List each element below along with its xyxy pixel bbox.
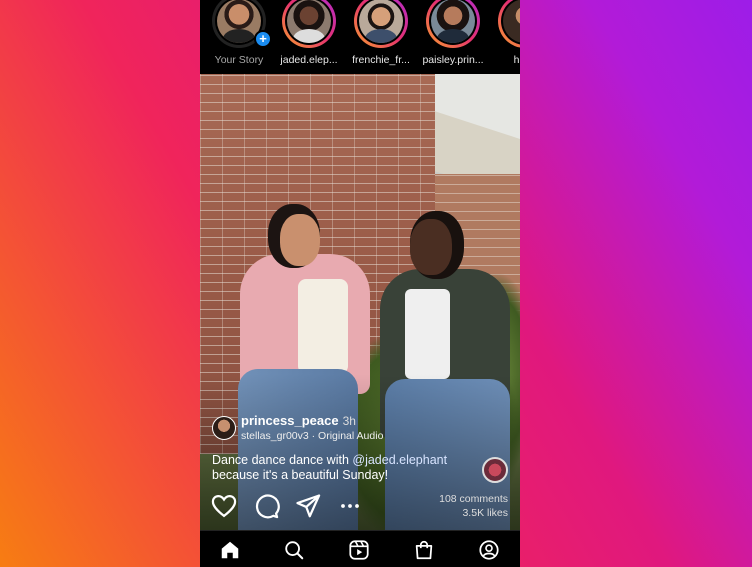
like-count[interactable]: 3.5K likes	[462, 507, 508, 519]
dancer-left-shirt	[298, 279, 348, 374]
avatar	[431, 0, 475, 43]
caption-mention[interactable]: @jaded.elephant	[352, 453, 447, 467]
story-ring	[282, 0, 336, 48]
phone-screen: + Your Story jaded.elep... frenchie_fr..…	[200, 0, 520, 567]
dancer-left-head	[280, 214, 320, 266]
heart-icon[interactable]	[210, 492, 238, 520]
caption-text: Dance dance dance with	[212, 453, 353, 467]
dancer-right-head	[410, 219, 452, 275]
story-label: paisley.prin...	[422, 54, 484, 66]
post-time: 3h	[342, 414, 356, 428]
story-ring	[354, 0, 408, 48]
audio-thumbnail[interactable]	[482, 457, 508, 483]
story-ring	[426, 0, 480, 48]
search-icon[interactable]	[283, 539, 305, 561]
audio-info[interactable]: stellas_gr00v3 · Original Audio	[241, 430, 383, 442]
caption-text: because it's a beautiful Sunday!	[212, 468, 389, 482]
story-label: jaded.elep...	[280, 54, 338, 66]
author-name[interactable]: princess_peace	[241, 413, 339, 428]
comment-icon[interactable]	[252, 492, 280, 520]
caption: Dance dance dance with @jaded.elephant b…	[212, 453, 467, 483]
reels-icon[interactable]	[348, 539, 370, 561]
author-line: princess_peace 3h	[241, 413, 356, 428]
story-label: Your Story	[214, 54, 264, 66]
home-icon[interactable]	[219, 539, 241, 561]
action-bar: 108 comments 3.5K likes	[200, 492, 520, 522]
profile-icon[interactable]	[478, 539, 500, 561]
reel-video[interactable]: princess_peace 3h stellas_gr00v3 · Origin…	[200, 74, 520, 530]
avatar	[287, 0, 331, 43]
story-label: heav	[513, 54, 520, 66]
plus-icon[interactable]: +	[254, 30, 272, 48]
more-icon[interactable]	[336, 492, 364, 520]
bottom-nav	[200, 530, 520, 567]
shop-icon[interactable]	[413, 539, 435, 561]
stories-tray: + Your Story jaded.elep... frenchie_fr..…	[200, 0, 520, 74]
author-avatar[interactable]	[212, 416, 236, 440]
comment-count[interactable]: 108 comments	[439, 493, 508, 505]
avatar	[503, 0, 520, 43]
avatar	[359, 0, 403, 43]
story-ring	[498, 0, 520, 48]
story-label: frenchie_fr...	[352, 54, 410, 66]
share-icon[interactable]	[294, 492, 322, 520]
dancer-right-shirt	[405, 289, 450, 379]
